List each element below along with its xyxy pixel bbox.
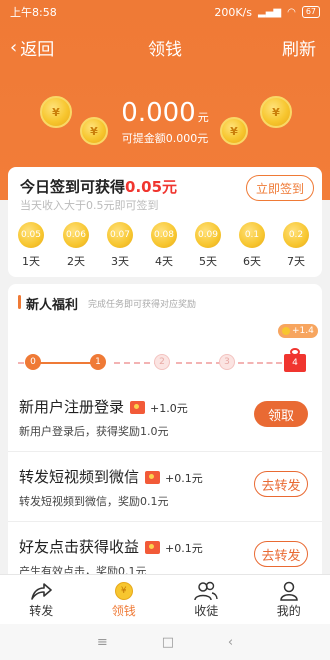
signin-subtitle: 当天收入大于0.5元即可签到 <box>20 199 159 212</box>
day-label: 6天 <box>243 255 261 268</box>
task-reward: +0.1元 <box>165 541 203 555</box>
wifi-icon: ◠ <box>287 6 296 18</box>
day-coin: 0.08 <box>151 222 177 248</box>
newbie-title: 新人福利 <box>26 298 79 313</box>
balance-unit: 元 <box>197 111 209 124</box>
task-reward: +0.1元 <box>165 471 203 485</box>
refresh-button[interactable]: 刷新 <box>282 35 316 60</box>
section-marker <box>18 295 21 309</box>
withdrawable-amount: 可提金额0.000元 <box>121 132 209 145</box>
newbie-subtitle: 完成任务即可获得对应奖励 <box>88 300 197 310</box>
share-icon <box>30 580 53 602</box>
coin-icon: ¥ <box>114 580 133 602</box>
signin-title-text: 今日签到可获得 <box>20 178 126 196</box>
status-time: 上午8:58 <box>10 6 57 19</box>
red-envelope-icon <box>130 401 146 414</box>
task-row: 转发短视频到微信 +0.1元 转发短视频到微信，奖励0.1元 去转发 <box>8 452 322 522</box>
bottom-tab-bar: 转发 ¥ 领钱 收徒 我的 <box>0 574 330 624</box>
task-description: 转发短视频到微信，奖励0.1元 <box>19 495 169 508</box>
day-coin: 0.06 <box>63 222 89 248</box>
tab-profile[interactable]: 我的 <box>248 575 330 624</box>
claim-button[interactable]: 领取 <box>254 401 308 427</box>
profile-icon <box>279 580 299 602</box>
day-label: 3天 <box>111 255 129 268</box>
coin-icon <box>282 327 290 335</box>
progress-track <box>238 362 282 364</box>
task-title: 好友点击获得收益 +0.1元 <box>19 536 203 557</box>
red-envelope-icon <box>145 541 161 554</box>
newbie-rewards-card: 新人福利 完成任务即可获得对应奖励 0 1 2 3 +1.4 4 新用户注册登录… <box>8 284 322 574</box>
task-name: 转发短视频到微信 <box>19 468 140 486</box>
task-row: 好友点击获得收益 +0.1元 产生有效点击，奖励0.1元 去转发 <box>8 522 322 574</box>
task-description: 新用户登录后，获得奖励1.0元 <box>19 425 169 438</box>
red-envelope-icon <box>145 471 161 484</box>
day-label: 7天 <box>287 255 305 268</box>
home-icon[interactable]: □ <box>162 635 174 650</box>
progress-step: 3 <box>219 354 235 370</box>
day-coin: 0.05 <box>18 222 44 248</box>
tab-earn[interactable]: ¥ 领钱 <box>83 575 166 624</box>
bonus-bubble: +1.4 <box>278 324 318 338</box>
task-description: 产生有效点击，奖励0.1元 <box>19 565 147 574</box>
gift-step: 4 <box>292 358 298 368</box>
status-bar: 上午8:58 200K/s ▂▄▆ ◠ 67 <box>0 0 330 24</box>
signal-icon: ▂▄▆ <box>258 6 282 18</box>
back-nav-icon[interactable]: ‹ <box>228 635 233 650</box>
bonus-amount: +1.4 <box>292 326 314 336</box>
tab-label: 我的 <box>276 604 301 618</box>
share-button[interactable]: 去转发 <box>254 541 308 567</box>
tab-label: 转发 <box>29 604 54 618</box>
signin-title: 今日签到可获得0.05元 <box>20 176 177 197</box>
gift-box-icon[interactable]: 4 <box>284 346 306 372</box>
task-reward: +1.0元 <box>150 401 188 415</box>
day-coin: 0.2 <box>283 222 309 248</box>
progress-step: 2 <box>154 354 170 370</box>
tab-label: 领钱 <box>111 604 136 618</box>
day-label: 1天 <box>22 255 40 268</box>
battery-icon: 67 <box>301 6 320 18</box>
day-coin: 0.09 <box>195 222 221 248</box>
day-label: 2天 <box>67 255 85 268</box>
day-label: 4天 <box>155 255 173 268</box>
apprentice-icon <box>194 580 218 602</box>
signin-card: 今日签到可获得0.05元 当天收入大于0.5元即可签到 立即签到 0.05 0.… <box>8 167 322 277</box>
signin-amount: 0.05元 <box>125 178 178 196</box>
day-coin: 0.07 <box>107 222 133 248</box>
task-title: 新用户注册登录 +1.0元 <box>19 396 188 417</box>
network-speed: 200K/s <box>214 5 252 19</box>
progress-step: 1 <box>90 354 106 370</box>
tab-apprentice[interactable]: 收徒 <box>165 575 248 624</box>
day-label: 5天 <box>199 255 217 268</box>
system-nav-bar: ≡ □ ‹ <box>0 624 330 660</box>
title-bar: ‹ 返回 领钱 刷新 <box>0 30 330 64</box>
task-name: 好友点击获得收益 <box>19 538 140 556</box>
task-title: 转发短视频到微信 +0.1元 <box>19 466 203 487</box>
progress-track <box>176 362 222 364</box>
balance-value: 0.000 <box>121 98 196 128</box>
menu-icon[interactable]: ≡ <box>97 635 108 650</box>
day-coin: 0.1 <box>239 222 265 248</box>
balance-amount: 0.000 元 <box>0 98 330 128</box>
page-title: 领钱 <box>148 40 182 60</box>
tab-label: 收徒 <box>194 604 219 618</box>
task-row: 新用户注册登录 +1.0元 新用户登录后，获得奖励1.0元 领取 <box>8 382 322 452</box>
progress-step: 0 <box>25 354 41 370</box>
tab-share[interactable]: 转发 <box>0 575 83 624</box>
coin-symbol: ¥ <box>114 582 133 600</box>
signin-button[interactable]: 立即签到 <box>246 175 314 201</box>
share-button[interactable]: 去转发 <box>254 471 308 497</box>
task-name: 新用户注册登录 <box>19 398 125 416</box>
